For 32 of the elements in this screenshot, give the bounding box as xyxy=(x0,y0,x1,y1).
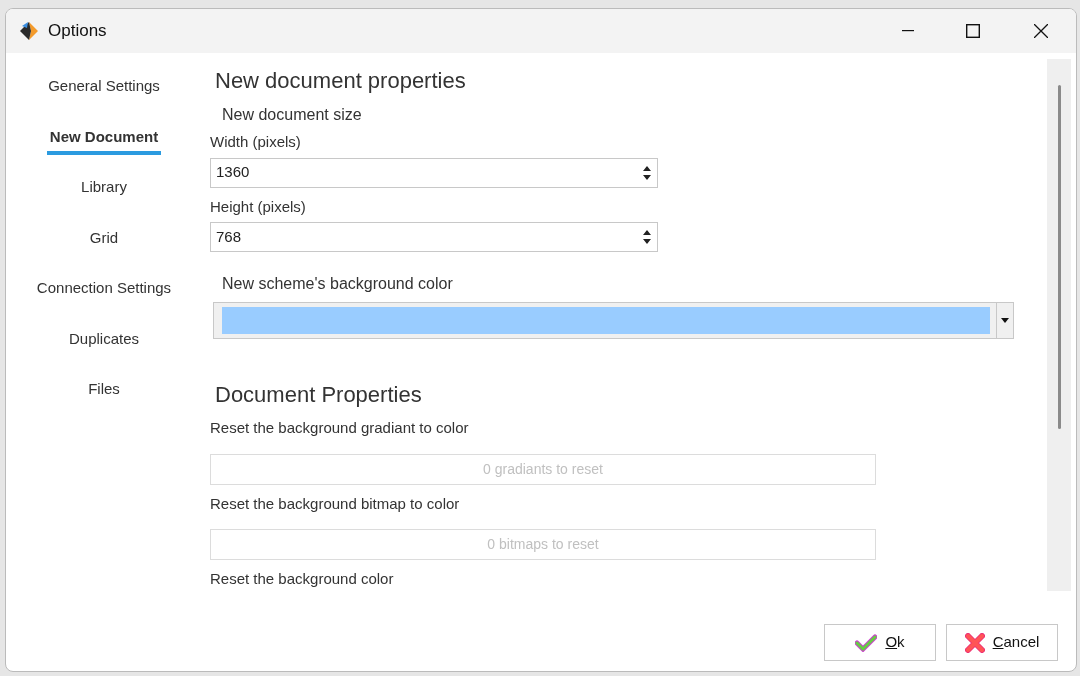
sidebar-tab[interactable]: Files xyxy=(88,378,120,401)
field-label: Height (pixels) xyxy=(210,196,307,217)
sidebar-tab[interactable]: Grid xyxy=(89,226,119,249)
dropdown-arrow-icon xyxy=(1001,318,1009,323)
checkmark-icon xyxy=(855,633,878,652)
sidebar-tab[interactable]: Library xyxy=(81,176,127,199)
minimize-icon[interactable] xyxy=(902,30,914,32)
color-dropdown[interactable] xyxy=(213,302,1014,339)
number-field[interactable]: 768 xyxy=(210,222,658,252)
ok-button[interactable]: Ok xyxy=(824,624,936,661)
cancel-button[interactable]: Cancel xyxy=(946,624,1058,661)
field-label: Width (pixels) xyxy=(210,132,302,152)
spinner-arrows-icon xyxy=(643,228,651,246)
cross-icon xyxy=(964,632,985,653)
number-field[interactable]: 1360 xyxy=(210,157,658,188)
field-value: 768 xyxy=(216,226,243,247)
section-title: Document Properties xyxy=(215,381,423,409)
sidebar-tab[interactable]: General Settings xyxy=(48,75,160,98)
close-icon[interactable] xyxy=(1034,24,1048,38)
field-label: New scheme's background color xyxy=(222,274,454,294)
field-label: Reset the background bitmap to color xyxy=(210,493,461,514)
app-logo-icon xyxy=(18,20,40,42)
field-label: Reset the background gradiant to color xyxy=(210,418,470,438)
sidebar-tab[interactable]: Duplicates xyxy=(68,327,139,350)
field-label: Reset the background color xyxy=(210,569,395,589)
section-title: New document properties xyxy=(215,67,467,95)
window-title: Options xyxy=(48,20,107,43)
sidebar-tab[interactable]: Connection Settings xyxy=(36,277,172,300)
subsection-title: New document size xyxy=(222,105,363,125)
sidebar-tab[interactable]: New Document xyxy=(46,125,162,155)
field-value: 1360 xyxy=(216,162,251,183)
maximize-icon[interactable] xyxy=(966,24,980,38)
